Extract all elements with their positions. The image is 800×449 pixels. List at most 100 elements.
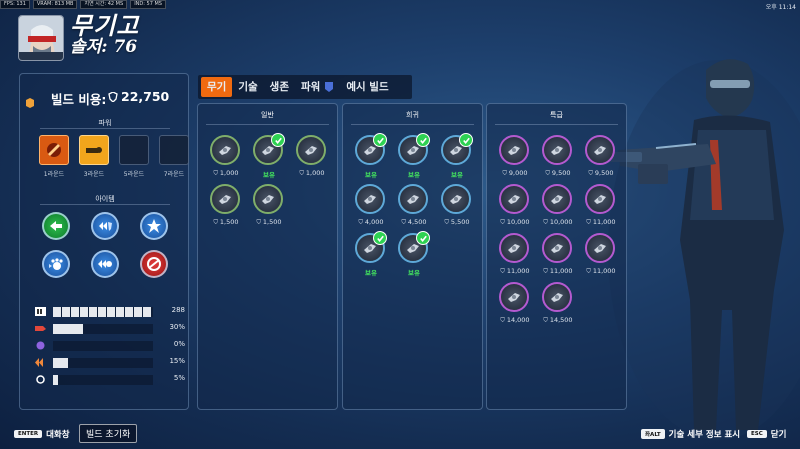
power-slot-3[interactable]: 5라운드	[114, 135, 154, 178]
shop-item[interactable]: ⛉ 1,000	[296, 135, 328, 181]
skill-detail-label: 기술 세부 정보 표시	[668, 430, 741, 440]
shop-item[interactable]: ⛉ 1,000	[210, 135, 242, 181]
item-price: ⛉ 9,000	[495, 169, 535, 178]
power-slot-label: 5라운드	[123, 171, 145, 178]
skill-detail-hint[interactable]: 좌ALT 기술 세부 정보 표시	[641, 428, 740, 440]
shop-item[interactable]: ⛉ 10,000	[542, 184, 574, 230]
reload-icon	[210, 135, 240, 165]
item-price: 보유	[351, 267, 391, 277]
item-price-value: 보유	[365, 269, 377, 277]
item-price: ⛉ 1,500	[206, 218, 246, 227]
build-cost-label: 빌드 비용:	[51, 92, 107, 107]
tab-ability[interactable]: 기술	[232, 77, 263, 97]
tab-survival[interactable]: 생존	[264, 77, 295, 97]
power-slot-1[interactable]: 1라운드	[34, 135, 74, 178]
item-price-value: 10,000	[549, 218, 573, 226]
shop-item[interactable]: ⛉ 9,500	[585, 135, 617, 181]
shop-item[interactable]: ⛉ 9,000	[499, 135, 531, 181]
power-slot-2[interactable]: 3라운드	[74, 135, 114, 178]
shop-item[interactable]: ⛉ 1,500	[210, 184, 242, 230]
item-price-value: 4,500	[407, 218, 427, 226]
shop-item[interactable]: ⛉ 1,500	[253, 184, 285, 230]
clock-icon	[398, 231, 430, 263]
category-tabs: 무기 기술 생존 파워 예시 빌드	[198, 75, 412, 99]
ammo-segment	[143, 307, 151, 317]
shop-item[interactable]: ⛉ 4,500	[398, 184, 430, 230]
shop-item[interactable]: ⛉ 10,000	[499, 184, 531, 230]
chat-hint[interactable]: ENTER 대화창	[14, 428, 70, 440]
build-summary-panel: 빌드 비용: 22,750 파워 1라운드 3라운드 5라운드 7라운드 아이템	[19, 73, 189, 410]
shop-item[interactable]: 보유	[441, 133, 473, 181]
ability-power-icon	[36, 341, 45, 350]
item-price: ⛉ 11,000	[581, 267, 621, 276]
power-icon-2	[86, 147, 102, 153]
tier-title: 일반	[261, 111, 274, 119]
shop-item[interactable]: ⛉ 11,000	[585, 184, 617, 230]
divider	[495, 124, 618, 125]
shop-item[interactable]: ⛉ 11,000	[499, 233, 531, 279]
ind-readout: IND: 57 MS	[130, 0, 166, 9]
attack-speed-bar	[53, 358, 153, 368]
tab-power[interactable]: 파워	[295, 77, 340, 97]
shop-item[interactable]: 보유	[398, 231, 430, 279]
item-price-value: 보유	[451, 171, 463, 179]
item-price-value: 1,500	[219, 218, 239, 226]
burst-item-icon[interactable]	[140, 212, 168, 240]
rifle-icon	[441, 133, 473, 165]
tab-example-build[interactable]: 예시 빌드	[340, 77, 394, 97]
attack-speed-value: 15%	[169, 357, 185, 365]
shield-arrows-item-icon[interactable]	[91, 212, 119, 240]
shop-item[interactable]: 보유	[398, 133, 430, 181]
item-price-value: 11,000	[506, 267, 530, 275]
ammo-segment	[134, 307, 142, 317]
double-arrow-item-icon[interactable]	[91, 250, 119, 278]
tier-epic-panel: 특급 ⛉ 9,000 ⛉ 9,500 ⛉ 9,500 ⛉ 10,000 ⛉ 10,000…	[486, 103, 627, 410]
shop-item[interactable]: ⛉ 4,000	[355, 184, 387, 230]
grenade-icon	[585, 135, 615, 165]
owned-check-icon	[271, 133, 285, 147]
item-price: ⛉ 11,000	[495, 267, 535, 276]
build-cost-amount: 22,750	[121, 89, 170, 104]
ammo-icon	[35, 307, 46, 316]
item-price-value: 보유	[365, 171, 377, 179]
reload-speed-value: 5%	[173, 374, 185, 382]
performance-hud: FPS: 131 VRAM: 813 MB 지연 시간: 42 MS IND: …	[0, 0, 166, 9]
bullet-icon	[398, 133, 430, 165]
paw-item-icon[interactable]	[42, 250, 70, 278]
ability-power-bar	[53, 341, 153, 351]
no-sign-item-icon[interactable]	[140, 250, 168, 278]
item-price-value: 9,500	[594, 169, 614, 177]
shop-item[interactable]: 보유	[355, 231, 387, 279]
close-hint[interactable]: ESC 닫기	[747, 428, 786, 440]
shop-item[interactable]: ⛉ 11,000	[542, 233, 574, 279]
divider	[40, 204, 170, 205]
shop-item[interactable]: ⛉ 14,500	[542, 282, 574, 328]
power-slot-4[interactable]: 7라운드	[154, 135, 194, 178]
item-price-value: 1,000	[219, 169, 239, 177]
tab-weapon[interactable]: 무기	[201, 77, 233, 97]
green-arrows-item-icon[interactable]	[42, 212, 70, 240]
power-slot-label: 3라운드	[83, 171, 105, 178]
shop-item[interactable]: ⛉ 9,500	[542, 135, 574, 181]
item-price: 보유	[351, 169, 391, 179]
reset-build-button[interactable]: 빌드 초기화	[79, 424, 138, 443]
clock: 오후 11:14	[765, 4, 796, 11]
item-price: ⛉ 9,500	[538, 169, 578, 178]
divider	[206, 124, 329, 125]
shop-item[interactable]: ⛉ 5,500	[441, 184, 473, 230]
ammo-segment	[89, 307, 97, 317]
item-price: ⛉ 1,000	[206, 169, 246, 178]
item-price-value: 11,000	[592, 267, 616, 275]
item-price: 보유	[437, 169, 477, 179]
shop-item[interactable]: 보유	[253, 133, 285, 181]
shop-item[interactable]: ⛉ 11,000	[585, 233, 617, 279]
turret-icon	[542, 135, 572, 165]
owned-check-icon	[416, 231, 430, 245]
power-icon-1	[47, 143, 61, 157]
shop-item[interactable]: ⛉ 14,000	[499, 282, 531, 328]
ammo-segment	[125, 307, 133, 317]
item-price-value: 9,000	[508, 169, 528, 177]
shop-item[interactable]: 보유	[355, 133, 387, 181]
items-section-title: 아이템	[95, 195, 115, 203]
attack-speed-icon	[35, 358, 43, 367]
